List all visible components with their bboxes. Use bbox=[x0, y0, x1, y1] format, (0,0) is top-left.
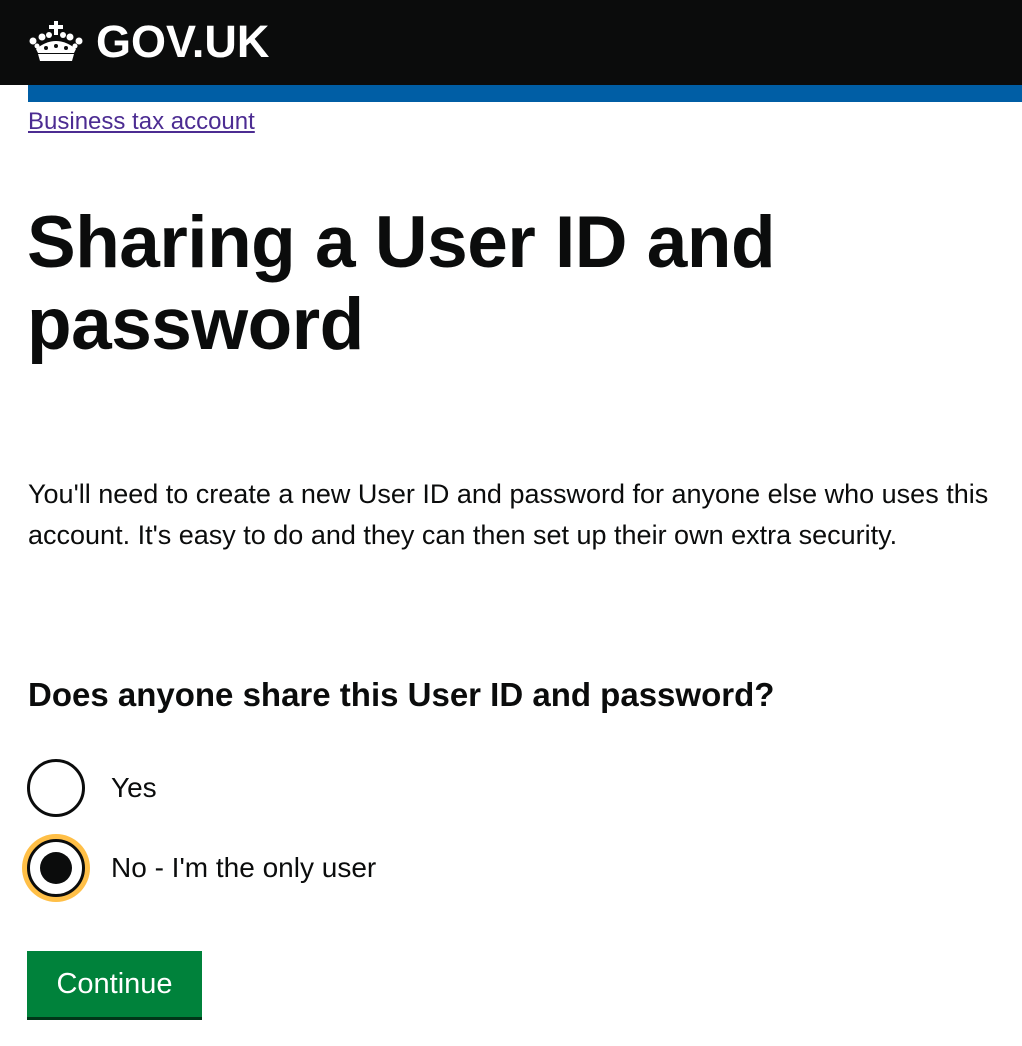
radio-button-no[interactable] bbox=[27, 839, 85, 897]
lead-paragraph: You'll need to create a new User ID and … bbox=[28, 479, 989, 550]
crown-icon bbox=[29, 21, 83, 61]
header-accent-bar bbox=[28, 85, 1022, 102]
radio-button-yes[interactable] bbox=[27, 759, 85, 817]
govuk-logo-link[interactable]: GOV.UK bbox=[28, 14, 269, 70]
radio-label-yes: Yes bbox=[111, 772, 157, 803]
site-header: GOV.UK bbox=[0, 0, 1022, 85]
business-tax-account-link[interactable]: Business tax account bbox=[28, 106, 255, 138]
page-title: Sharing a User ID and password bbox=[27, 202, 776, 365]
radio-option-yes[interactable]: Yes bbox=[27, 756, 157, 820]
question-heading: Does anyone share this User ID and passw… bbox=[28, 676, 775, 713]
radio-option-no[interactable]: No - I'm the only user bbox=[27, 836, 376, 900]
logo-text: GOV.UK bbox=[96, 16, 270, 67]
radio-selected-dot bbox=[40, 852, 72, 884]
continue-button[interactable]: Continue bbox=[27, 951, 202, 1017]
radio-label-no: No - I'm the only user bbox=[111, 852, 377, 883]
